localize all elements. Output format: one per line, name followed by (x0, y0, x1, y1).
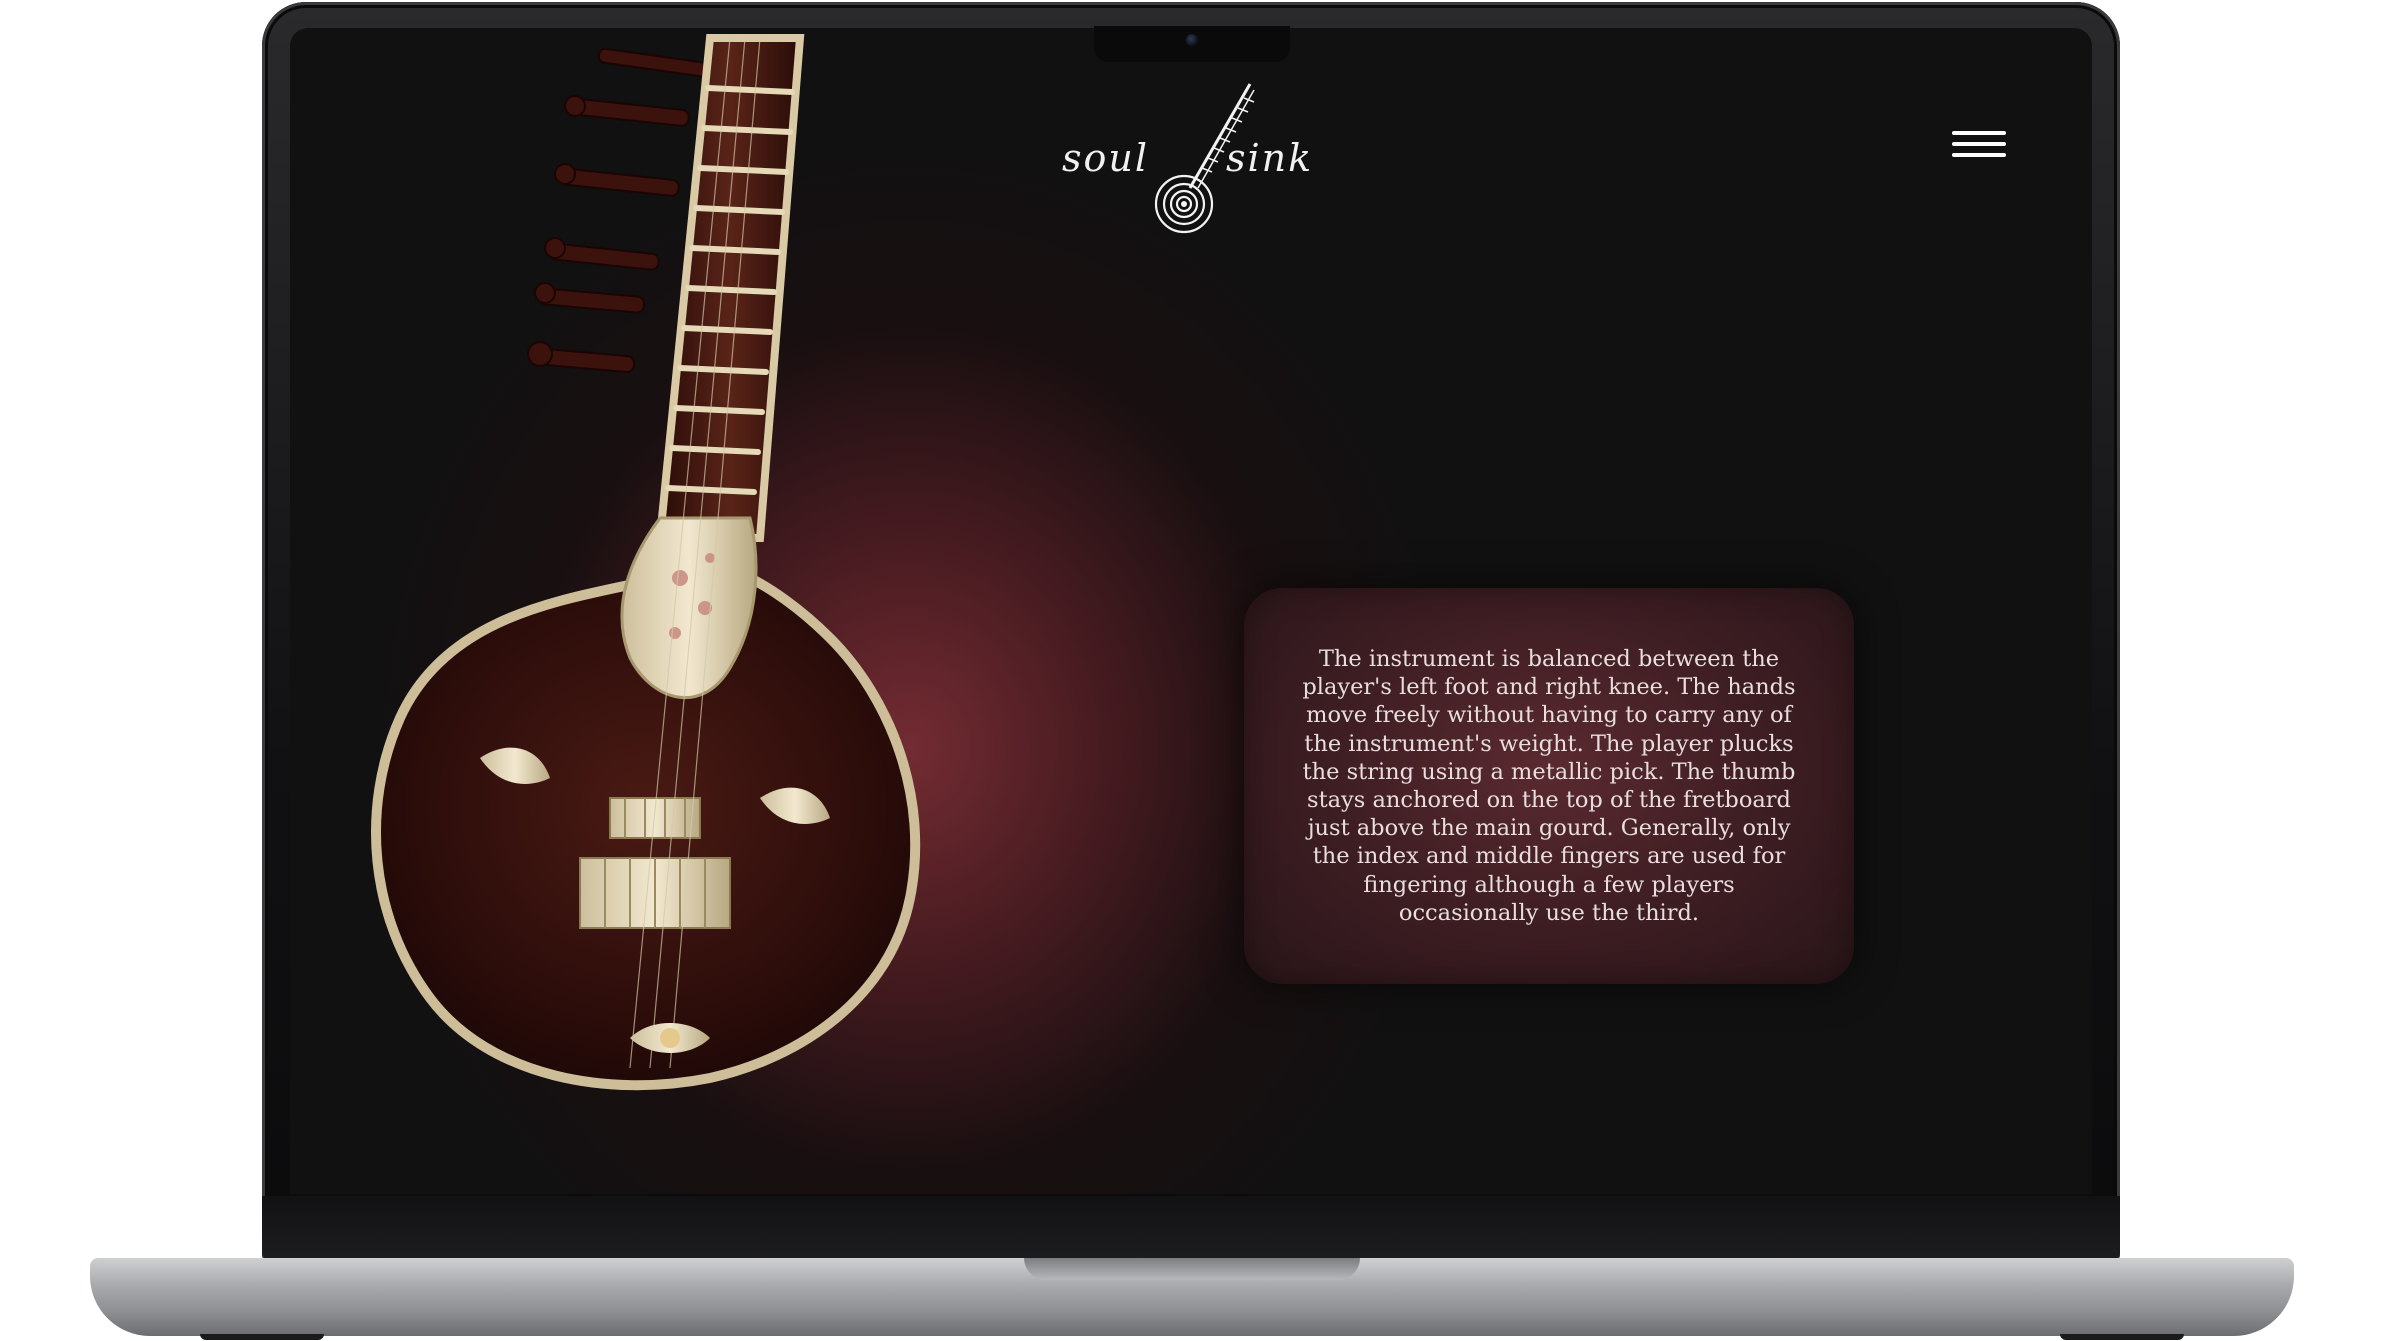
info-card-text: The instrument is balanced between the p… (1302, 645, 1796, 926)
site-logo[interactable]: soul sink (1062, 76, 1322, 236)
website-screen: soul sink The instrument is balanced bet… (290, 28, 2092, 1194)
laptop-foot-right (2060, 1334, 2184, 1340)
camera-notch (1094, 26, 1290, 62)
info-card: The instrument is balanced between the p… (1244, 588, 1854, 984)
hamburger-menu-button[interactable] (1952, 131, 2006, 171)
camera-icon (1186, 34, 1198, 46)
hamburger-menu-icon (1952, 131, 2006, 135)
laptop-mockup: soul sink The instrument is balanced bet… (0, 0, 2384, 1341)
laptop-chin (262, 1196, 2120, 1260)
laptop-foot-left (200, 1334, 324, 1340)
laptop-opening-notch (1024, 1258, 1360, 1280)
laptop-base (90, 1258, 2294, 1336)
sitar-instrument-image (371, 34, 921, 1091)
logo-word-sink: sink (1226, 136, 1314, 180)
